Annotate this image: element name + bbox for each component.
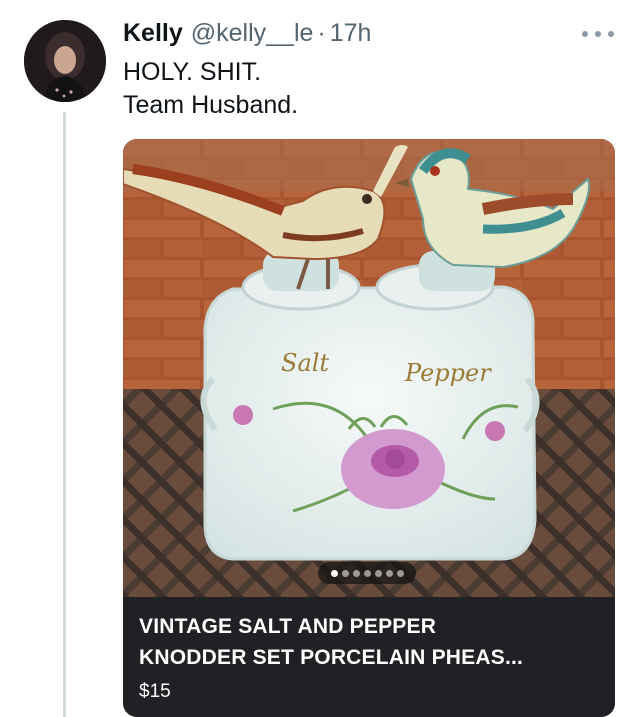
author-avatar[interactable] bbox=[24, 20, 106, 102]
tweet-timestamp[interactable]: 17h bbox=[330, 19, 372, 48]
tweet-header: Kelly @kelly__le · 17h bbox=[123, 16, 371, 50]
product-title-line: VINTAGE SALT AND PEPPER bbox=[139, 615, 437, 638]
carousel-dot[interactable] bbox=[374, 569, 382, 577]
tweet-text-line: Team Husband. bbox=[123, 91, 299, 119]
product-title-line: KNODDER SET PORCELAIN PHEAS... bbox=[139, 646, 524, 669]
carousel-dot[interactable] bbox=[341, 569, 349, 577]
carousel-dot[interactable] bbox=[396, 569, 404, 577]
avatar-image bbox=[24, 20, 106, 102]
more-dot bbox=[582, 31, 588, 37]
more-options-icon[interactable] bbox=[578, 20, 618, 48]
product-price: $15 bbox=[139, 681, 171, 702]
product-title: VINTAGE SALT AND PEPPER KNODDER SET PORC… bbox=[139, 611, 599, 673]
author-display-name[interactable]: Kelly bbox=[123, 19, 183, 48]
pepper-label: Pepper bbox=[404, 359, 492, 387]
carousel-dot[interactable] bbox=[352, 569, 360, 577]
product-info[interactable]: VINTAGE SALT AND PEPPER KNODDER SET PORC… bbox=[123, 597, 615, 717]
carousel-dot[interactable] bbox=[363, 569, 371, 577]
tweet-text: HOLY. SHIT. Team Husband. bbox=[123, 56, 298, 122]
carousel-dot[interactable] bbox=[385, 569, 393, 577]
author-handle[interactable]: @kelly__le bbox=[191, 19, 314, 48]
more-dot bbox=[595, 31, 601, 37]
thread-connector-line bbox=[63, 112, 66, 717]
tweet-text-line: HOLY. SHIT. bbox=[123, 58, 262, 86]
carousel-indicator[interactable] bbox=[318, 562, 416, 584]
product-card[interactable]: Salt Pepper VINTAGE SALT AND PEPPER KNOD… bbox=[123, 139, 615, 717]
carousel-dot-active[interactable] bbox=[330, 569, 338, 577]
header-separator: · bbox=[317, 18, 326, 47]
salt-label: Salt bbox=[281, 349, 329, 377]
more-dot bbox=[608, 31, 614, 37]
product-image[interactable]: Salt Pepper bbox=[123, 139, 615, 597]
